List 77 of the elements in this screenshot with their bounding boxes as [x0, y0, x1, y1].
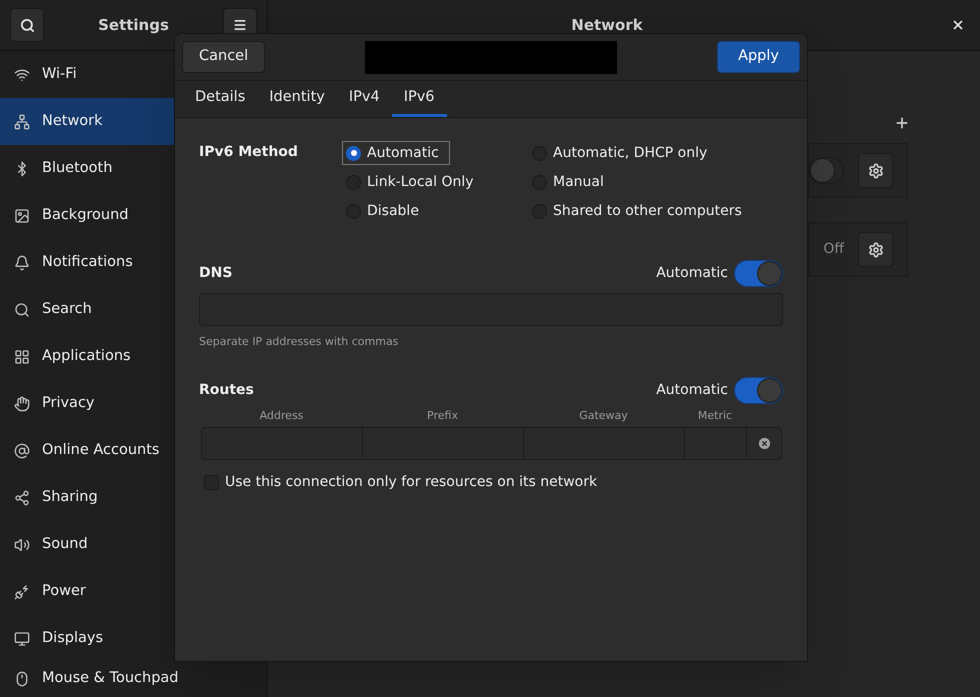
share-icon — [14, 490, 30, 506]
radio-option[interactable]: Automatic — [343, 142, 449, 164]
sidebar-label: Power — [42, 582, 86, 601]
menu-icon — [233, 18, 247, 32]
sidebar-label: Background — [42, 206, 129, 225]
sidebar-item[interactable]: Power — [0, 568, 267, 615]
tab[interactable]: IPv4 — [336, 81, 392, 117]
monitor-icon — [14, 630, 30, 646]
radio-label: Automatic — [367, 144, 439, 162]
settings-button[interactable] — [858, 232, 893, 267]
radio-option[interactable]: Link-Local Only — [343, 171, 484, 193]
sidebar-label: Notifications — [42, 252, 133, 272]
close-icon — [951, 18, 965, 32]
checkbox-label: Use this connection only for resources on its network — [225, 473, 598, 492]
apply-button[interactable]: Apply — [717, 41, 800, 73]
sidebar-item[interactable]: Mouse & Touchpad — [0, 662, 267, 697]
section-label: IPv6 Method — [199, 143, 299, 162]
toggle-switch[interactable] — [734, 376, 783, 404]
speaker-icon — [14, 536, 30, 552]
radio-label: Shared to other computers — [553, 202, 742, 220]
panel-title: Network — [570, 14, 644, 36]
section-label: Routes — [199, 380, 254, 400]
switch-label: Automatic — [656, 380, 728, 400]
radio-label: Disable — [367, 202, 419, 220]
radio-option[interactable]: Shared to other computers — [529, 200, 752, 222]
sidebar-item[interactable]: Displays — [0, 615, 267, 662]
sidebar-label: Bluetooth — [42, 158, 112, 178]
sidebar-item[interactable]: Sound — [0, 521, 267, 568]
sidebar-label: Sharing — [42, 488, 98, 507]
radio-option[interactable]: Automatic, DHCP only — [529, 142, 718, 164]
sidebar-label: Online Accounts — [42, 440, 160, 460]
radio-label: Manual — [553, 172, 604, 192]
mouse-icon — [14, 670, 30, 686]
hand-icon — [14, 396, 30, 412]
sidebar-item[interactable]: Search — [0, 286, 267, 333]
hint-text: Separate IP addresses with commas — [199, 334, 400, 350]
radio-option[interactable]: Disable — [343, 200, 429, 222]
window-title: Settings — [97, 14, 170, 36]
settings-button[interactable] — [858, 153, 893, 188]
at-sign-icon — [14, 442, 30, 458]
radio-label: Automatic, DHCP only — [553, 144, 708, 162]
wifi-icon — [14, 66, 30, 82]
bell-icon — [14, 254, 30, 270]
column-header: Prefix — [426, 408, 459, 424]
tab[interactable]: IPv6 — [392, 81, 447, 117]
sidebar-label: Applications — [42, 346, 131, 366]
radio-option[interactable]: Manual — [529, 171, 614, 193]
sidebar-label: Wi-Fi — [42, 64, 77, 84]
sidebar-label: Privacy — [42, 394, 94, 413]
sidebar-label: Search — [42, 300, 92, 319]
image-icon — [14, 208, 30, 224]
toggle-switch[interactable] — [809, 157, 844, 184]
column-header: Gateway — [578, 408, 629, 424]
status-text: Off — [823, 240, 844, 259]
search-button[interactable] — [10, 8, 44, 42]
sidebar-label: Mouse & Touchpad — [42, 668, 178, 688]
column-header: Address — [258, 408, 304, 424]
settings-icon — [868, 162, 884, 178]
section-label: DNS — [199, 264, 232, 283]
plug-icon — [14, 584, 30, 600]
sidebar-label: Sound — [42, 534, 88, 554]
switch-label: Automatic — [656, 264, 728, 283]
search-icon — [14, 302, 30, 318]
network-icon — [14, 114, 30, 130]
sidebar-label: Displays — [42, 628, 104, 648]
remove-icon — [756, 436, 772, 451]
sidebar-label: Network — [42, 112, 103, 131]
add-icon[interactable] — [894, 115, 910, 131]
settings-icon — [868, 242, 884, 258]
column-header: Metric — [696, 408, 734, 424]
cancel-button[interactable]: Cancel — [182, 41, 266, 73]
toggle-switch[interactable] — [734, 260, 783, 287]
radio-label: Link-Local Only — [367, 172, 474, 192]
sidebar-item[interactable]: Online Accounts — [0, 427, 267, 474]
search-icon — [20, 18, 34, 32]
sidebar-item[interactable]: Background — [0, 192, 267, 239]
grid-icon — [14, 348, 30, 364]
